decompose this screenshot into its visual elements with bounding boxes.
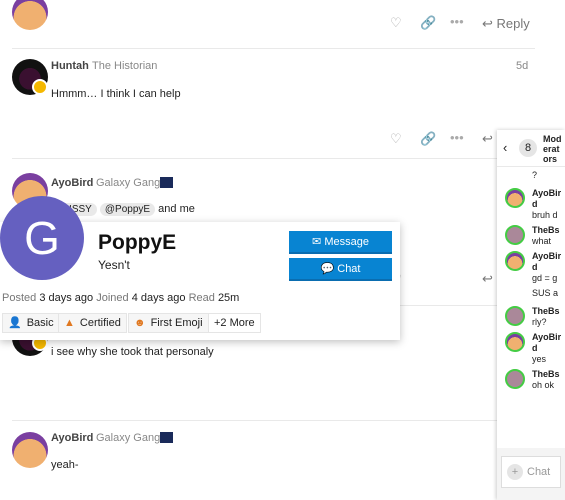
post-age[interactable]: 5d: [516, 60, 528, 72]
user-title: The Historian: [92, 60, 158, 72]
chat-message: yes: [532, 354, 547, 364]
divider: [400, 305, 497, 306]
avatar[interactable]: [505, 369, 525, 389]
reply-button[interactable]: ↩ Reply: [482, 16, 530, 32]
chat-message-item: AyoBird bruh d: [497, 188, 565, 221]
star-icon: [32, 79, 48, 95]
chat-username[interactable]: AyoBird: [532, 251, 565, 273]
user-title: Galaxy Gang: [96, 432, 161, 444]
chat-message-item: TheBs rly?: [497, 306, 565, 328]
user-card-avatar[interactable]: G: [0, 196, 84, 280]
back-chevron-icon[interactable]: ‹: [503, 140, 507, 155]
chat-message-item: SUS a: [497, 288, 565, 302]
more-badges-button[interactable]: +2 More: [208, 313, 261, 333]
divider: [12, 420, 497, 421]
avatar[interactable]: [505, 225, 525, 245]
username[interactable]: Huntah: [51, 60, 89, 72]
chat-message: what: [532, 236, 552, 246]
chat-message: SUS a: [532, 288, 559, 298]
divider: [497, 166, 565, 167]
user-title: Galaxy Gang: [96, 177, 161, 189]
chat-button[interactable]: 💬 Chat: [289, 258, 392, 281]
user-icon: 👤: [8, 317, 22, 329]
chat-message-list: ? AyoBird bruh d TheBs what AyoBird gd = g …: [497, 170, 565, 395]
post-text: yeah-: [51, 459, 79, 471]
link-icon[interactable]: 🔗: [420, 131, 436, 147]
avatar[interactable]: [505, 332, 525, 352]
chat-username[interactable]: TheBs: [532, 225, 565, 236]
chat-message: oh ok: [532, 380, 555, 390]
galaxy-flair-icon: [160, 432, 173, 443]
avatar[interactable]: [12, 432, 48, 468]
chat-message-item: AyoBird yes: [497, 332, 565, 365]
smile-icon: ☻: [134, 317, 146, 329]
avatar[interactable]: [505, 188, 525, 208]
username[interactable]: AyoBird: [51, 432, 93, 444]
chat-message-item: TheBs oh ok: [497, 369, 565, 391]
chat-username[interactable]: AyoBird: [532, 332, 565, 354]
like-icon[interactable]: ♡: [390, 131, 402, 147]
badge-first-emoji[interactable]: ☻ First Emoji: [128, 313, 209, 333]
chat-message: bruh d: [532, 210, 558, 220]
badge-basic[interactable]: 👤 Basic: [2, 313, 60, 333]
more-icon[interactable]: •••: [450, 14, 464, 29]
unread-count: 8: [519, 139, 537, 157]
chat-channel-title[interactable]: Moderators: [543, 134, 563, 164]
badge-certified[interactable]: ▲ Certified: [58, 313, 127, 333]
message-button[interactable]: ✉ Message: [289, 231, 392, 254]
plus-icon[interactable]: +: [507, 464, 523, 480]
divider: [12, 48, 535, 49]
link-icon[interactable]: 🔗: [420, 15, 436, 31]
post-text: Hmmm… I think I can help: [51, 88, 181, 100]
post-text: i see why she took that personaly: [51, 346, 214, 358]
chat-drawer: ‹ 8 Moderators ? AyoBird bruh d TheBs what…: [497, 130, 565, 500]
chat-username[interactable]: AyoBird: [532, 188, 565, 210]
chat-message-item: AyoBird gd = g: [497, 251, 565, 284]
user-card-bio: Yesn't: [98, 258, 130, 272]
chat-username[interactable]: TheBs: [532, 369, 565, 380]
divider: [12, 158, 497, 159]
envelope-icon: ✉: [312, 236, 325, 248]
username[interactable]: AyoBird: [51, 177, 93, 189]
mention[interactable]: @PoppyE: [99, 203, 156, 216]
user-card-stats: Posted 3 days ago Joined 4 days ago Read…: [2, 292, 240, 304]
certificate-icon: ▲: [64, 317, 75, 329]
chat-message: rly?: [532, 317, 547, 327]
user-card-username[interactable]: PoppyE: [98, 231, 176, 255]
chat-message: gd = g: [532, 273, 558, 283]
avatar[interactable]: [12, 0, 48, 30]
chat-message-item: TheBs what: [497, 225, 565, 247]
reply-icon[interactable]: ↩: [482, 271, 493, 287]
chat-message: ?: [532, 170, 538, 180]
like-icon[interactable]: ♡: [390, 15, 402, 31]
chat-input[interactable]: + Chat: [501, 456, 561, 488]
chat-username[interactable]: TheBs: [532, 306, 565, 317]
reply-icon[interactable]: ↩: [482, 131, 493, 147]
galaxy-flair-icon: [160, 177, 173, 188]
avatar[interactable]: [505, 251, 525, 271]
avatar[interactable]: [505, 306, 525, 326]
more-icon[interactable]: •••: [450, 130, 464, 145]
chat-message-item: ?: [497, 170, 565, 184]
reply-icon: ↩: [482, 16, 497, 31]
chat-bubble-icon: 💬: [320, 263, 338, 275]
